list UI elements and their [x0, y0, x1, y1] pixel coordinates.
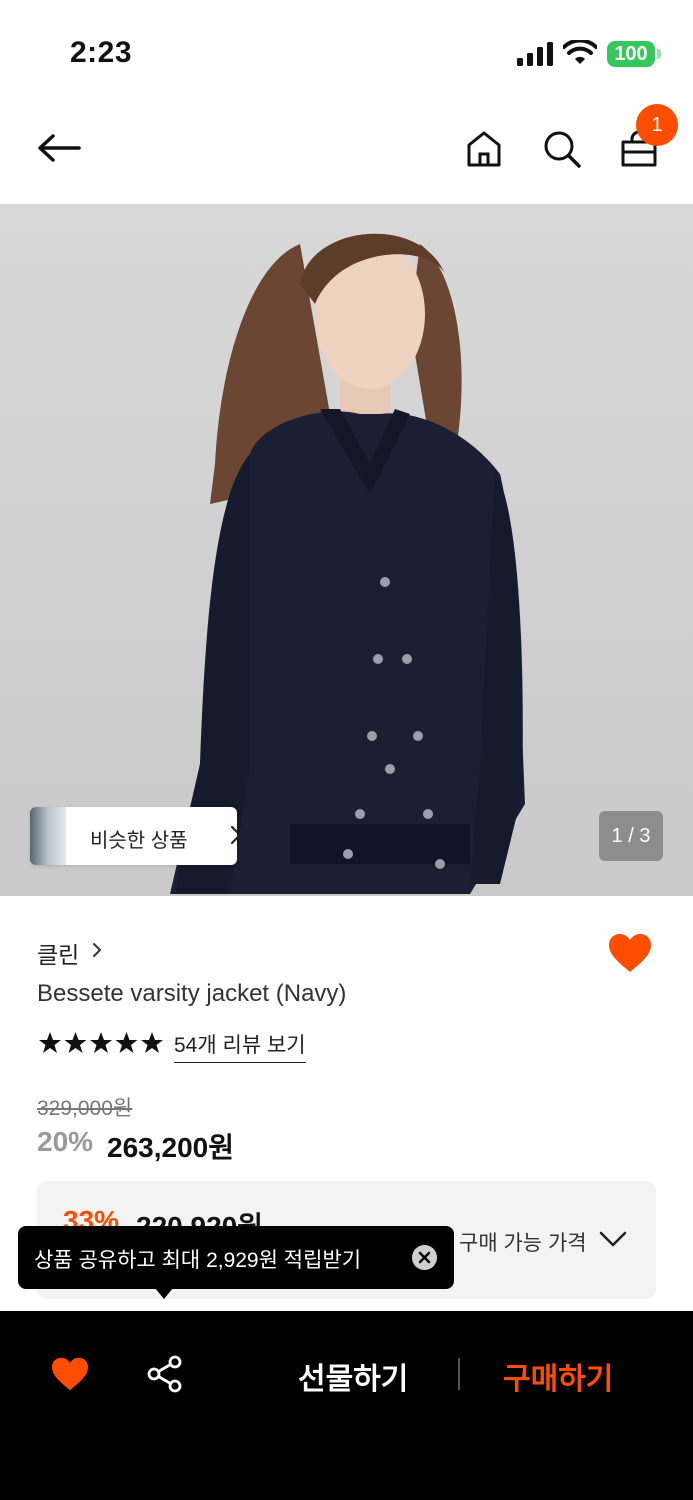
heart-icon[interactable]: [607, 932, 653, 974]
rating-stars: [39, 1032, 163, 1053]
home-icon[interactable]: [466, 130, 502, 168]
status-bar: 2:23 100: [0, 0, 693, 100]
similar-product-thumbnail: [30, 807, 66, 865]
star-icon: [39, 1032, 163, 1053]
wifi-icon: [563, 40, 597, 64]
search-icon[interactable]: [542, 129, 582, 169]
chevron-right-icon[interactable]: [92, 942, 102, 958]
brand-link[interactable]: 클린: [37, 936, 79, 970]
divider: [458, 1358, 460, 1390]
original-price: 329,000원: [37, 1097, 133, 1120]
product-name: Bessete varsity jacket (Navy): [37, 980, 347, 1007]
status-time: 2:23: [70, 36, 133, 69]
product-image[interactable]: [0, 204, 693, 896]
battery-indicator: 100: [607, 41, 655, 67]
bottom-action-bar: 선물하기 구매하기: [0, 1311, 693, 1500]
gift-button[interactable]: 선물하기: [298, 1354, 408, 1398]
chevron-right-icon: [230, 825, 242, 845]
top-navigation: [0, 100, 693, 204]
product-photo-illustration: [170, 233, 525, 894]
battery-tip: [657, 49, 661, 59]
discount-rate: 20%: [37, 1126, 94, 1157]
back-arrow-icon[interactable]: [37, 132, 81, 164]
heart-icon[interactable]: [50, 1356, 90, 1392]
share-icon[interactable]: [146, 1355, 184, 1393]
share-reward-tooltip: 상품 공유하고 최대 2,929원 적립받기: [18, 1226, 454, 1289]
similar-products-label: 비슷한 상품: [90, 830, 188, 852]
tooltip-text: 상품 공유하고 최대 2,929원 적립받기: [34, 1249, 362, 1272]
cart-count-badge: 1: [636, 104, 678, 146]
chevron-down-icon[interactable]: [599, 1231, 627, 1247]
available-price-label: 구매 가능 가격: [459, 1232, 587, 1255]
buy-button[interactable]: 구매하기: [503, 1354, 613, 1398]
review-link[interactable]: 54개 리뷰 보기: [174, 1029, 306, 1063]
close-icon[interactable]: [412, 1245, 437, 1270]
similar-products-button[interactable]: 비슷한 상품: [30, 807, 242, 865]
image-page-indicator: 1 / 3: [599, 811, 663, 861]
sale-price: 263,200원: [107, 1132, 234, 1163]
tooltip-arrow: [155, 1288, 173, 1299]
signal-icon: [517, 42, 553, 66]
